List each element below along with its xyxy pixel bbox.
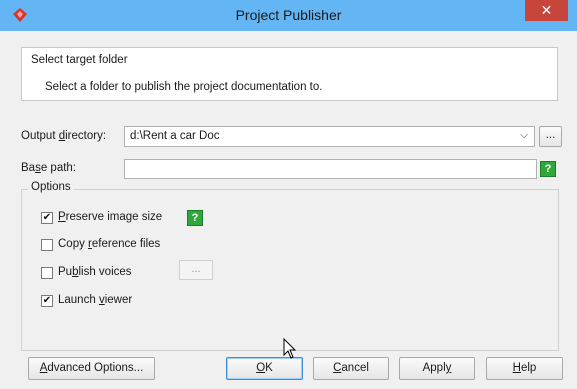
mouse-pointer-icon <box>283 338 297 359</box>
preserve-image-size-label[interactable]: Preserve image size <box>58 211 162 223</box>
base-path-help-icon[interactable]: ? <box>540 161 556 177</box>
launch-viewer-label[interactable]: Launch viewer <box>58 294 132 306</box>
options-title: Options <box>28 181 74 193</box>
cancel-button[interactable]: Cancel <box>313 357 389 380</box>
apply-button[interactable]: Apply <box>399 357 475 380</box>
header-title: Select target folder <box>31 54 128 66</box>
ok-button[interactable]: OK <box>226 357 303 380</box>
options-group: Options ✔ Preserve image size ? Copy ref… <box>21 181 559 351</box>
close-icon: ✕ <box>540 2 553 18</box>
output-directory-value: d:\Rent a car Doc <box>130 130 220 142</box>
advanced-options-button[interactable]: Advanced Options... <box>28 357 155 380</box>
copy-reference-files-label[interactable]: Copy reference files <box>58 238 160 250</box>
dialog-body: Select target folder Select a folder to … <box>8 31 569 381</box>
output-directory-label: Output directory: <box>21 130 107 142</box>
preserve-image-size-help-icon[interactable]: ? <box>187 210 203 226</box>
project-publisher-window: Project Publisher ✕ Select target folder… <box>0 0 577 389</box>
base-path-label: Base path: <box>21 162 76 174</box>
publish-voices-label[interactable]: Publish voices <box>58 266 132 278</box>
copy-reference-files-checkbox[interactable] <box>41 239 53 251</box>
title-bar: Project Publisher ✕ <box>0 0 577 31</box>
output-directory-combo[interactable]: d:\Rent a car Doc ⌵ <box>124 126 535 147</box>
preserve-image-size-checkbox[interactable]: ✔ <box>41 212 53 224</box>
header-panel: Select target folder Select a folder to … <box>21 47 558 101</box>
launch-viewer-checkbox[interactable]: ✔ <box>41 295 53 307</box>
publish-voices-settings-button[interactable]: ... <box>179 260 213 280</box>
header-description: Select a folder to publish the project d… <box>45 81 323 93</box>
window-title: Project Publisher <box>235 7 342 23</box>
help-button[interactable]: Help <box>486 357 563 380</box>
base-path-input[interactable] <box>124 159 537 179</box>
close-button[interactable]: ✕ <box>525 0 568 21</box>
publish-voices-checkbox[interactable] <box>41 267 53 279</box>
browse-button[interactable]: ... <box>539 126 562 147</box>
chevron-down-icon[interactable]: ⌵ <box>520 130 528 141</box>
